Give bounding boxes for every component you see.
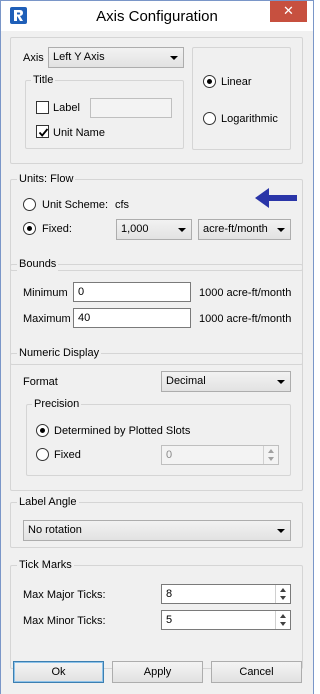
max-major-spinner[interactable]: 8 [161, 584, 291, 604]
logarithmic-radio[interactable] [203, 112, 216, 125]
bounds-title: Bounds [17, 258, 59, 271]
arrow-left-icon [255, 188, 297, 208]
unit-scheme-label: Unit Scheme: [42, 199, 109, 211]
checkmark-icon [38, 128, 49, 137]
format-select[interactable]: Decimal [161, 371, 291, 392]
label-angle-title: Label Angle [17, 496, 79, 509]
minimum-input[interactable]: 0 [73, 282, 191, 302]
multiplier-select[interactable]: 1,000 [116, 219, 192, 240]
label-checkbox-label: Label [53, 102, 80, 114]
ok-button[interactable]: Ok [13, 661, 104, 683]
tick-marks-title: Tick Marks [17, 559, 74, 572]
spin-up-icon [280, 588, 286, 592]
spin-down-icon [280, 596, 286, 600]
unit-select[interactable]: acre-ft/month [198, 219, 291, 240]
maximum-input[interactable]: 40 [73, 308, 191, 328]
fixed-units-label: Fixed: [42, 223, 72, 235]
chevron-down-icon [277, 228, 285, 232]
spin-up-icon [268, 449, 274, 453]
format-label: Format [23, 376, 58, 388]
units-title: Units: Flow [17, 173, 76, 186]
axis-label: Axis [23, 52, 44, 64]
chevron-down-icon [277, 380, 285, 384]
cancel-button[interactable]: Cancel [211, 661, 302, 683]
chevron-down-icon [277, 529, 285, 533]
precision-group: Precision [26, 398, 291, 476]
title-group-heading: Title [31, 74, 56, 87]
apply-button[interactable]: Apply [112, 661, 203, 683]
format-value: Decimal [166, 375, 206, 387]
label-angle-select[interactable]: No rotation [23, 520, 291, 541]
label-angle-value: No rotation [28, 524, 82, 536]
unit-scheme-radio[interactable] [23, 198, 36, 211]
axis-select-value: Left Y Axis [53, 51, 105, 63]
label-input[interactable] [90, 98, 172, 118]
unit-value: acre-ft/month [203, 223, 268, 235]
precision-fixed-spinner[interactable]: 0 [161, 445, 279, 465]
precision-fixed-radio[interactable] [36, 448, 49, 461]
precision-fixed-label: Fixed [54, 449, 81, 461]
spin-down-icon [268, 457, 274, 461]
max-minor-label: Max Minor Ticks: [23, 615, 106, 627]
linear-label: Linear [221, 76, 252, 88]
title-bar: Axis Configuration ✕ [1, 1, 313, 31]
close-icon: ✕ [283, 3, 294, 18]
determined-radio[interactable] [36, 424, 49, 437]
minimum-unit: 1000 acre-ft/month [199, 287, 292, 299]
unit-scheme-value: cfs [115, 199, 130, 211]
max-major-value: 8 [166, 588, 173, 600]
unit-name-label: Unit Name [53, 127, 105, 139]
axis-configuration-window: Axis Configuration ✕ Axis Left Y Axis Ti… [0, 0, 314, 694]
max-minor-value: 5 [166, 614, 173, 626]
precision-fixed-value: 0 [166, 449, 173, 461]
multiplier-value: 1,000 [121, 223, 149, 235]
max-minor-spinner[interactable]: 5 [161, 610, 291, 630]
minimum-label: Minimum [23, 287, 68, 299]
spin-up-icon [280, 614, 286, 618]
dialog-content: Axis Left Y Axis Title Label Unit Name L… [1, 31, 313, 694]
axis-select[interactable]: Left Y Axis [48, 47, 184, 68]
chevron-down-icon [178, 228, 186, 232]
fixed-units-radio[interactable] [23, 222, 36, 235]
window-title: Axis Configuration [96, 8, 218, 25]
linear-radio[interactable] [203, 75, 216, 88]
max-major-label: Max Major Ticks: [23, 589, 106, 601]
maximum-label: Maximum [23, 313, 71, 325]
determined-label: Determined by Plotted Slots [54, 425, 191, 437]
spin-down-icon [280, 622, 286, 626]
maximum-unit: 1000 acre-ft/month [199, 313, 292, 325]
label-checkbox[interactable] [36, 101, 49, 114]
chevron-down-icon [170, 56, 178, 60]
unit-name-checkbox[interactable] [36, 125, 49, 138]
scale-group [192, 47, 291, 150]
logarithmic-label: Logarithmic [221, 113, 278, 125]
precision-title: Precision [32, 398, 82, 411]
close-button[interactable]: ✕ [270, 1, 307, 22]
numeric-display-title: Numeric Display [17, 347, 102, 360]
